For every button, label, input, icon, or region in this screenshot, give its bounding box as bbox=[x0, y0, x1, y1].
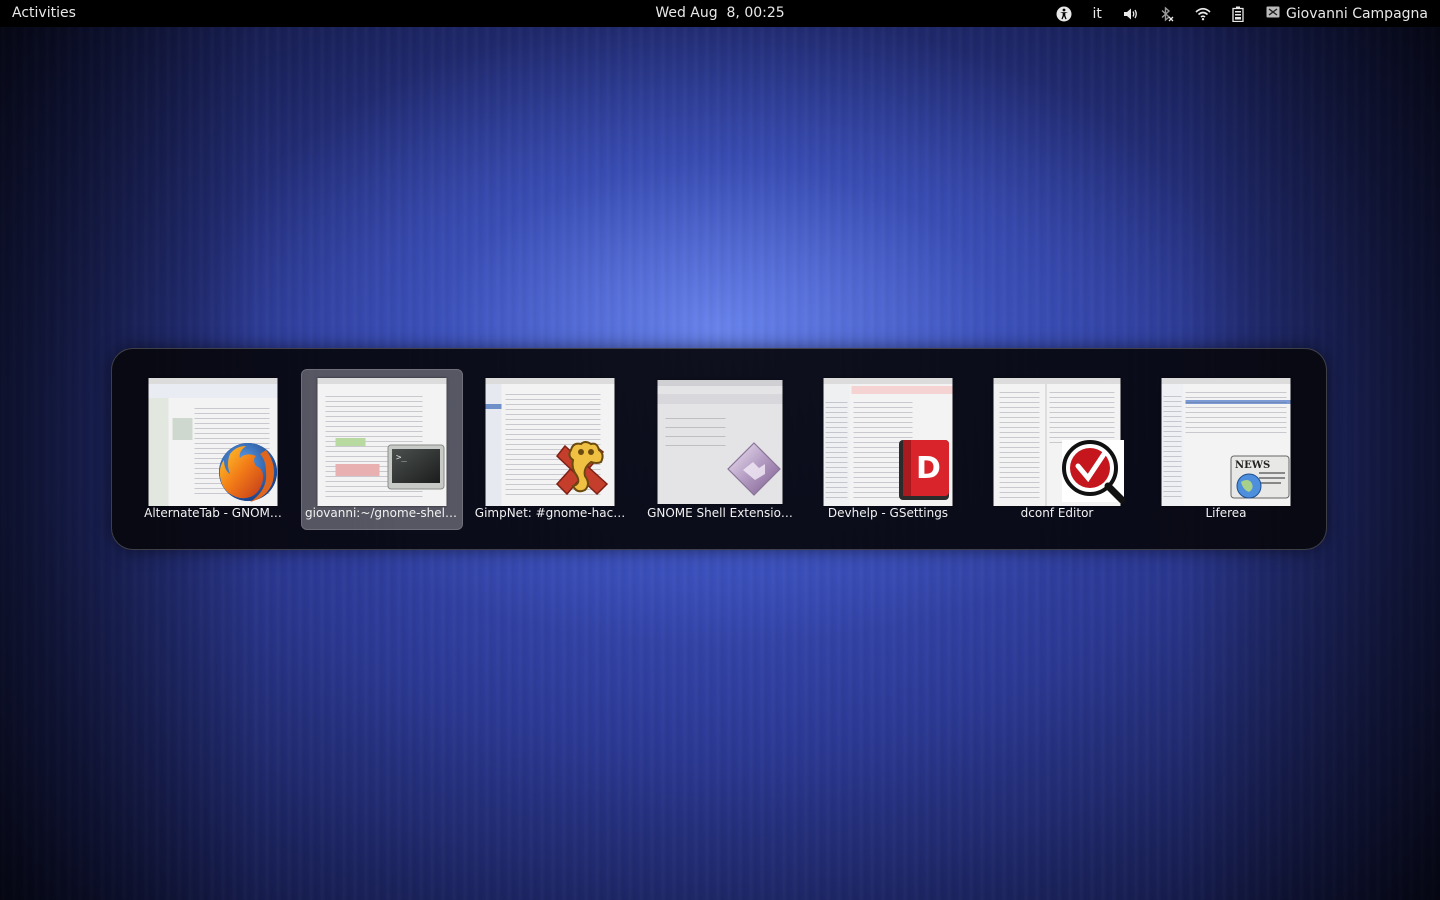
window-switcher: AlternateTab - GNOM… >_ giovanni:~/gnome… bbox=[111, 348, 1327, 550]
switcher-item-xchat[interactable]: GimpNet: #gnome-hac… bbox=[469, 369, 631, 530]
terminal-icon: >_ bbox=[387, 444, 445, 496]
bluetooth-icon[interactable] bbox=[1160, 0, 1174, 27]
window-title: Liferea bbox=[1205, 506, 1247, 520]
switcher-item-dconf[interactable]: dconf Editor bbox=[976, 369, 1138, 530]
switcher-item-devhelp[interactable]: D Devhelp - GSettings bbox=[807, 369, 969, 530]
activities-button[interactable]: Activities bbox=[12, 5, 76, 21]
svg-text:D: D bbox=[916, 451, 941, 486]
user-name: Giovanni Campagna bbox=[1285, 5, 1428, 22]
switcher-item-liferea[interactable]: NEWS Liferea bbox=[1145, 369, 1307, 530]
keyboard-layout-indicator[interactable]: it bbox=[1093, 0, 1102, 27]
liferea-icon: NEWS bbox=[1229, 452, 1291, 506]
top-panel: Activities Wed Aug 8, 00:25 it Giovanni … bbox=[0, 0, 1440, 27]
dconf-icon bbox=[1060, 438, 1126, 508]
svg-text:>_: >_ bbox=[396, 453, 407, 463]
window-title: dconf Editor bbox=[1020, 506, 1094, 520]
xchat-icon bbox=[551, 438, 613, 504]
wifi-icon[interactable] bbox=[1195, 0, 1211, 27]
switcher-item-firefox[interactable]: AlternateTab - GNOM… bbox=[132, 369, 294, 530]
system-tray: it Giovanni Campagna bbox=[1035, 0, 1428, 27]
switcher-item-extensions[interactable]: GNOME Shell Extensio… bbox=[639, 369, 801, 530]
window-title: GNOME Shell Extensio… bbox=[647, 506, 793, 520]
user-menu[interactable]: Giovanni Campagna bbox=[1266, 6, 1428, 22]
firefox-icon bbox=[216, 440, 280, 508]
clock[interactable]: Wed Aug 8, 00:25 bbox=[655, 5, 784, 21]
window-title: giovanni:~/gnome-shell… bbox=[305, 506, 459, 520]
volume-icon[interactable] bbox=[1123, 0, 1139, 27]
devhelp-icon: D bbox=[895, 438, 953, 506]
switcher-item-terminal[interactable]: >_ giovanni:~/gnome-shell… bbox=[301, 369, 463, 530]
accessibility-icon[interactable] bbox=[1056, 0, 1072, 27]
window-title: Devhelp - GSettings bbox=[827, 506, 949, 520]
window-title: GimpNet: #gnome-hac… bbox=[474, 506, 626, 520]
svg-text:NEWS: NEWS bbox=[1235, 460, 1270, 471]
battery-icon[interactable] bbox=[1232, 0, 1244, 27]
user-status-icon bbox=[1266, 6, 1280, 22]
window-title: AlternateTab - GNOM… bbox=[144, 506, 282, 520]
extension-icon bbox=[725, 440, 783, 502]
